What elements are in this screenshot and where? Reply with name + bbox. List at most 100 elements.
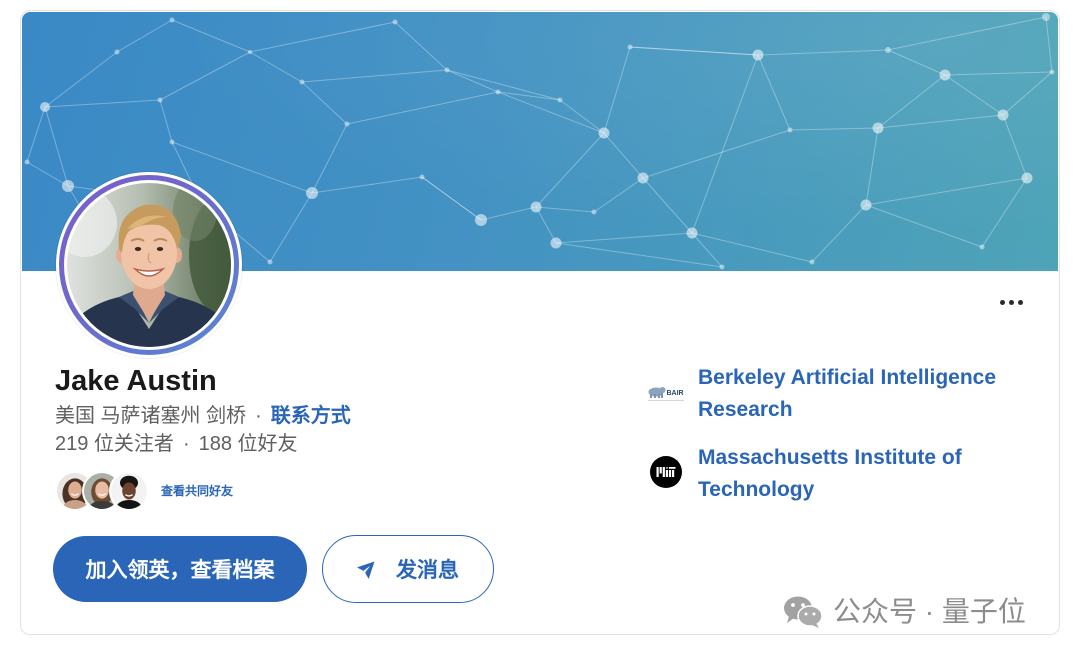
network-line [593, 177, 644, 213]
org-item-berkeley[interactable]: BAIR Berkeley Artificial Intelligence Re… [647, 362, 1037, 428]
network-line [789, 127, 879, 131]
watermark-text: 公众号 · 量子位 [833, 596, 1026, 627]
network-node [114, 49, 120, 55]
network-node [157, 97, 163, 103]
network-line [642, 177, 693, 234]
bair-logo-text: BAIR [667, 390, 684, 397]
network-line [311, 176, 423, 194]
network-node [598, 127, 610, 139]
network-node [344, 121, 350, 127]
location-text: 美国 马萨诸塞州 剑桥 [55, 405, 247, 427]
profile-avatar[interactable] [56, 172, 242, 358]
watermark: 公众号 · 量子位 [783, 594, 1053, 630]
network-node [885, 47, 891, 53]
network-line [691, 232, 813, 263]
join-view-profile-button[interactable]: 加入领英，查看档案 [53, 536, 307, 602]
mutual-connections-link[interactable]: 查看共同好友 [161, 483, 233, 499]
network-line [555, 242, 723, 268]
network-line [944, 71, 1053, 76]
network-node [419, 174, 425, 180]
mit-logo [650, 456, 682, 488]
network-node [40, 102, 50, 112]
network-node [267, 259, 273, 265]
stats-line: 219 位关注者 · 188 位好友 [55, 430, 298, 458]
network-node [719, 264, 725, 270]
wechat-icon [784, 596, 823, 628]
network-node [495, 89, 501, 95]
network-line [1045, 16, 1053, 73]
network-node [475, 214, 487, 226]
network-node [686, 227, 698, 239]
network-line [311, 123, 348, 194]
mutual-connections-avatars[interactable] [55, 471, 149, 511]
network-node [627, 44, 633, 50]
network-line [559, 99, 605, 134]
network-line [535, 132, 605, 208]
bair-logo: BAIR [647, 383, 685, 403]
network-node [169, 139, 175, 145]
network-line [629, 46, 759, 56]
network-node [62, 180, 74, 192]
message-button-label: 发消息 [396, 559, 459, 582]
network-line [757, 49, 889, 56]
network-line [865, 127, 879, 206]
network-line [421, 176, 482, 221]
network-line [480, 206, 537, 221]
network-node [392, 19, 398, 25]
network-line [1002, 71, 1053, 116]
network-node [591, 209, 597, 215]
message-button[interactable]: 发消息 [322, 535, 494, 603]
network-line [301, 69, 448, 83]
network-node [787, 127, 793, 133]
network-line [603, 46, 631, 134]
network-line [171, 19, 251, 53]
network-line [642, 129, 791, 179]
more-options-button[interactable] [993, 292, 1029, 312]
network-node [557, 97, 563, 103]
network-line [944, 74, 1004, 116]
network-node [997, 109, 1009, 121]
network-node [299, 79, 305, 85]
location-line: 美国 马萨诸塞州 剑桥 · 联系方式 [55, 402, 351, 430]
separator-dot: · [182, 433, 190, 455]
network-node [530, 201, 542, 213]
network-line [346, 91, 499, 125]
org-item-mit[interactable]: Massachusetts Institute of Technology [647, 442, 1037, 508]
network-line [116, 19, 173, 53]
network-line [691, 232, 723, 268]
network-line [249, 51, 303, 83]
network-node [306, 187, 318, 199]
network-node [979, 244, 985, 250]
network-line [394, 21, 448, 71]
network-line [497, 91, 605, 134]
network-line [865, 177, 1028, 206]
network-node [24, 159, 30, 165]
profile-card: Jake Austin 美国 马萨诸塞州 剑桥 · 联系方式 219 位关注者 · 18… [20, 10, 1060, 635]
connections-count: 188 位好友 [198, 433, 298, 455]
network-line [877, 74, 946, 129]
network-line [887, 49, 946, 76]
network-node [169, 17, 175, 23]
network-node [444, 67, 450, 73]
network-node [248, 50, 252, 54]
network-node [872, 122, 884, 134]
network-line [1002, 114, 1028, 179]
profile-name: Jake Austin [55, 365, 217, 397]
network-line [757, 54, 791, 131]
network-line [555, 232, 693, 244]
network-node [1042, 13, 1050, 21]
network-line [877, 114, 1004, 129]
network-line [159, 51, 251, 101]
mutual-connection-avatar [109, 471, 149, 511]
network-node [1021, 172, 1033, 184]
org-name-mit: Massachusetts Institute of Technology [698, 446, 962, 501]
profile-photo [67, 183, 231, 347]
network-line [269, 192, 313, 263]
network-node [550, 237, 562, 249]
network-node [1049, 69, 1055, 75]
network-line [26, 106, 46, 163]
contact-info-link[interactable]: 联系方式 [271, 405, 351, 427]
network-node [939, 69, 951, 81]
network-node [860, 199, 872, 211]
network-line [159, 99, 173, 143]
